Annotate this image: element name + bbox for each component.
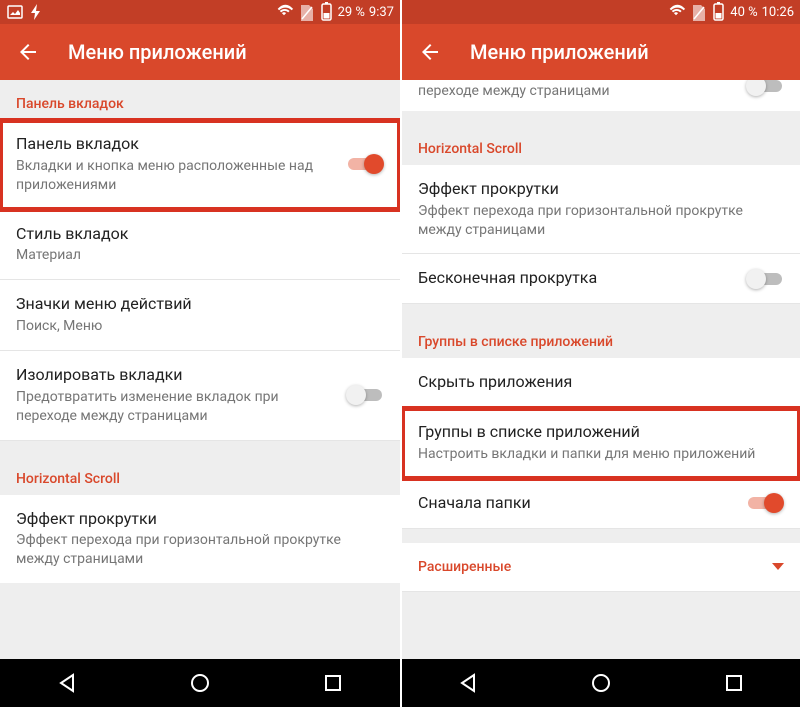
row-subtitle: Предотвратить изменение вкладок при пере… <box>16 388 334 426</box>
battery-icon <box>319 2 334 22</box>
chevron-down-icon <box>772 563 784 570</box>
android-navbar <box>402 659 800 707</box>
nav-back-icon[interactable] <box>457 672 479 694</box>
status-bar: 40 % 10:26 <box>402 0 800 24</box>
nav-home-icon[interactable] <box>590 672 612 694</box>
section-header-hscroll: Horizontal Scroll <box>0 455 400 495</box>
nav-home-icon[interactable] <box>189 672 211 694</box>
battery-percent: 40 % <box>730 5 757 20</box>
row-title: Сначала папки <box>418 493 734 514</box>
row-infinite-scroll[interactable]: Бесконечная прокрутка <box>402 254 800 304</box>
row-subtitle: Вкладки и кнопка меню расположенные над … <box>16 157 334 195</box>
content-scroll[interactable]: переходе между страницами Horizontal Scr… <box>402 80 800 659</box>
screen-left: 29 % 9:37 Меню приложений Панель вкладок… <box>0 0 400 707</box>
row-subtitle: Материал <box>16 246 384 265</box>
android-navbar <box>0 659 400 707</box>
page-title: Меню приложений <box>470 40 649 64</box>
section-header-advanced[interactable]: Расширенные <box>402 543 800 592</box>
section-header-groups: Группы в списке приложений <box>402 318 800 358</box>
section-gap <box>402 111 800 125</box>
row-title: Скрыть приложения <box>418 372 784 393</box>
battery-percent: 29 % <box>338 5 365 20</box>
sim-icon <box>691 3 707 21</box>
section-header-tab-panel: Панель вкладок <box>0 80 400 120</box>
wifi-icon <box>669 4 687 20</box>
app-header: Меню приложений <box>402 24 800 80</box>
row-action-icons[interactable]: Значки меню действий Поиск, Меню <box>0 280 400 351</box>
status-bar: 29 % 9:37 <box>0 0 400 24</box>
back-icon[interactable] <box>16 40 40 64</box>
section-gap <box>402 304 800 318</box>
row-subtitle: Эффект перехода при горизонтальной прокр… <box>418 202 784 240</box>
row-subtitle: переходе между страницами <box>418 82 734 101</box>
clock: 10:26 <box>762 5 794 20</box>
section-header-hscroll: Horizontal Scroll <box>402 125 800 165</box>
nav-recent-icon[interactable] <box>723 672 745 694</box>
bolt-icon <box>28 3 42 21</box>
row-title: Изолировать вкладки <box>16 365 334 386</box>
image-icon <box>6 3 24 21</box>
battery-icon <box>711 2 726 22</box>
wifi-icon <box>277 4 295 20</box>
row-subtitle: Настроить вкладки и папки для меню прило… <box>418 445 784 464</box>
row-scroll-effect[interactable]: Эффект прокрутки Эффект перехода при гор… <box>402 165 800 255</box>
row-title: Стиль вкладок <box>16 224 384 245</box>
page-title: Меню приложений <box>68 40 247 64</box>
row-title: Значки меню действий <box>16 294 384 315</box>
row-subtitle: Поиск, Меню <box>16 317 384 336</box>
section-gap <box>402 529 800 543</box>
row-title: Эффект прокрутки <box>16 509 384 530</box>
row-tab-panel[interactable]: Панель вкладок Вкладки и кнопка меню рас… <box>0 120 400 210</box>
row-scroll-effect[interactable]: Эффект прокрутки Эффект перехода при гор… <box>0 495 400 584</box>
app-header: Меню приложений <box>0 24 400 80</box>
clock: 9:37 <box>369 5 394 20</box>
switch-partial[interactable] <box>746 80 784 96</box>
row-hide-apps[interactable]: Скрыть приложения <box>402 358 800 408</box>
row-title: Эффект прокрутки <box>418 179 784 200</box>
row-isolate-tabs[interactable]: Изолировать вкладки Предотвратить измене… <box>0 351 400 441</box>
back-icon[interactable] <box>418 40 442 64</box>
switch-isolate[interactable] <box>346 385 384 405</box>
row-tab-style[interactable]: Стиль вкладок Материал <box>0 210 400 281</box>
row-drawer-groups[interactable]: Группы в списке приложений Настроить вкл… <box>402 408 800 479</box>
row-subtitle: Эффект перехода при горизонтальной прокр… <box>16 531 384 569</box>
switch-folders-first[interactable] <box>746 493 784 513</box>
row-folders-first[interactable]: Сначала папки <box>402 479 800 529</box>
sim-icon <box>299 3 315 21</box>
row-partial-top[interactable]: переходе между страницами <box>402 80 800 111</box>
switch-infinite[interactable] <box>746 269 784 289</box>
nav-back-icon[interactable] <box>56 672 78 694</box>
screen-right: 40 % 10:26 Меню приложений переходе межд… <box>400 0 800 707</box>
section-gap <box>0 441 400 455</box>
nav-recent-icon[interactable] <box>322 672 344 694</box>
row-title: Группы в списке приложений <box>418 422 784 443</box>
content-scroll[interactable]: Панель вкладок Панель вкладок Вкладки и … <box>0 80 400 659</box>
section-label: Расширенные <box>418 559 511 575</box>
row-title: Бесконечная прокрутка <box>418 268 734 289</box>
switch-tab-panel[interactable] <box>346 154 384 174</box>
row-title: Панель вкладок <box>16 134 334 155</box>
